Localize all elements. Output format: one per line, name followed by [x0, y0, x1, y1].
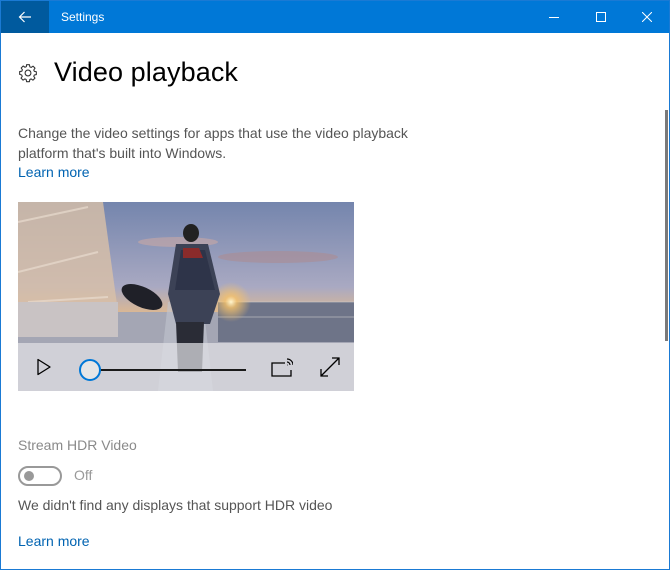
back-button[interactable] [1, 1, 49, 33]
page-title: Video playback [54, 57, 239, 87]
back-arrow-icon [18, 11, 31, 23]
close-icon [642, 12, 652, 22]
hdr-message: We didn't find any displays that support… [18, 497, 333, 513]
page-description: Change the video settings for apps that … [18, 125, 408, 161]
vertical-scrollbar[interactable] [665, 110, 668, 341]
play-icon[interactable] [36, 358, 52, 376]
maximize-icon [596, 12, 606, 22]
page-header: Video playback [18, 57, 238, 88]
window-title: Settings [61, 10, 105, 24]
toggle-knob [24, 471, 34, 481]
close-button[interactable] [624, 1, 669, 33]
cast-to-device-icon[interactable] [271, 357, 293, 377]
gear-icon [19, 63, 37, 82]
title-bar: Settings [1, 1, 669, 33]
fullscreen-icon[interactable] [320, 357, 340, 377]
stream-hdr-label: Stream HDR Video [18, 437, 137, 453]
page-content: Video playback Change the video settings… [1, 33, 669, 569]
learn-more-link[interactable]: Learn more [18, 164, 90, 180]
stream-hdr-toggle[interactable] [18, 466, 62, 486]
video-preview [18, 202, 354, 391]
minimize-icon [549, 17, 559, 18]
hdr-learn-more-link[interactable]: Learn more [18, 533, 90, 549]
toggle-state-label: Off [74, 467, 93, 483]
maximize-button[interactable] [578, 1, 624, 33]
seek-bar-thumb[interactable] [79, 359, 101, 381]
video-controls-bar [18, 343, 354, 391]
minimize-button[interactable] [531, 1, 577, 33]
settings-window: Settings Video playback Change the video… [0, 0, 670, 570]
seek-bar-track[interactable] [100, 369, 246, 371]
